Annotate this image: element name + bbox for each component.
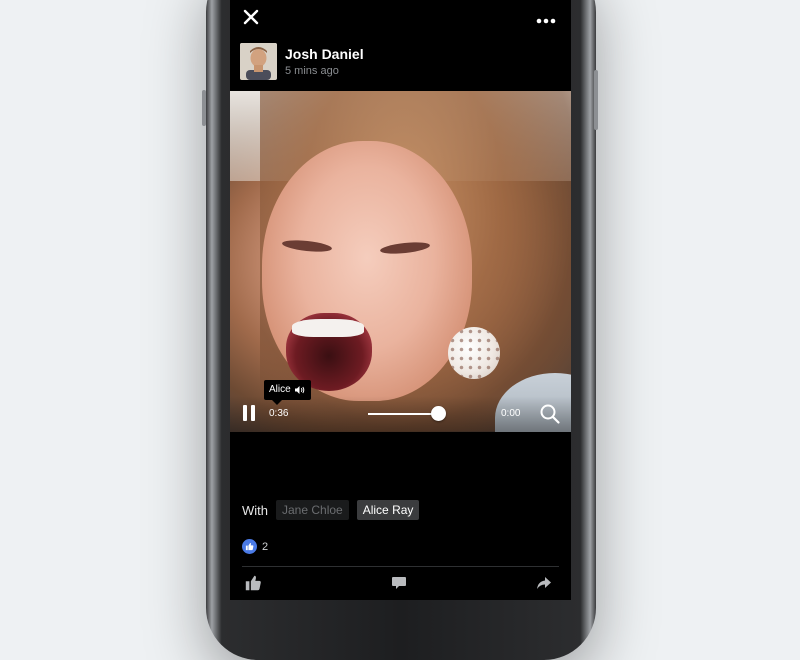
speaker-icon — [294, 386, 304, 394]
scrubber-handle[interactable] — [430, 406, 446, 421]
tagged-person-alice[interactable]: Alice Ray — [356, 500, 420, 520]
with-label: With — [242, 502, 268, 518]
phone-side-button — [594, 70, 598, 130]
scrubber-track[interactable] — [368, 406, 446, 421]
thumbs-up-icon — [245, 542, 254, 551]
close-icon — [243, 9, 259, 25]
close-button[interactable] — [240, 6, 262, 28]
remaining-time: 0:00 — [501, 408, 521, 419]
phone-side-button — [202, 90, 206, 126]
like-button[interactable] — [244, 574, 264, 594]
avatar[interactable] — [240, 43, 277, 80]
divider — [242, 566, 559, 567]
comment-button[interactable] — [390, 574, 410, 594]
video-frame-teeth — [292, 319, 364, 337]
search-icon — [540, 404, 560, 424]
post-timestamp: 5 mins ago — [285, 65, 339, 77]
comment-icon — [392, 577, 406, 589]
author-name[interactable]: Josh Daniel — [285, 46, 364, 62]
tagged-people: With Jane Chloe Alice Ray — [242, 500, 427, 520]
share-button[interactable] — [535, 574, 555, 594]
pause-button[interactable] — [242, 405, 256, 421]
video-player[interactable]: Alice 0:36 0:00 — [230, 91, 571, 432]
top-bar — [230, 0, 571, 34]
video-controls: 0:36 0:00 — [230, 396, 571, 432]
share-icon — [537, 577, 551, 589]
elapsed-time: 0:36 — [269, 408, 289, 419]
reaction-summary[interactable]: 2 — [242, 539, 268, 554]
more-options-button[interactable] — [535, 12, 557, 24]
scrubber-progress — [368, 413, 438, 415]
thumbs-up-icon — [245, 575, 261, 591]
avatar-image — [240, 43, 277, 80]
like-count: 2 — [262, 540, 269, 553]
more-icon — [536, 18, 556, 24]
action-bar — [230, 574, 571, 596]
zoom-button[interactable] — [539, 403, 561, 425]
like-badge — [242, 539, 257, 554]
post-header: Josh Daniel 5 mins ago — [240, 43, 560, 81]
tagged-person-jane[interactable]: Jane Chloe — [276, 500, 349, 520]
video-frame-earring-pattern — [448, 327, 500, 379]
screen: Josh Daniel 5 mins ago Alice 0:36 0:00 W… — [230, 0, 571, 600]
